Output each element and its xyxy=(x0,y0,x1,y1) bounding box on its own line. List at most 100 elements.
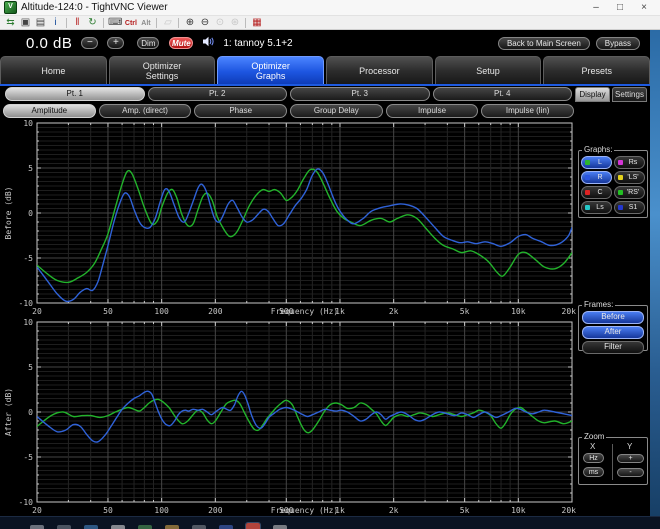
tab-display[interactable]: Display xyxy=(575,87,610,102)
tab-pt-4[interactable]: Pt. 4 xyxy=(433,87,573,101)
tab-optimizer-graphs[interactable]: Optimizer Graphs xyxy=(217,56,324,84)
new-connection-button[interactable]: ⇆ xyxy=(4,17,17,29)
channel-color-swatch xyxy=(618,205,623,210)
taskbar-app-icon[interactable] xyxy=(246,523,260,529)
tab-impulse-lin[interactable]: Impulse (lin) xyxy=(481,104,574,118)
zoom-y-minus-button[interactable]: - xyxy=(617,468,644,477)
pause-button[interactable]: ‖ xyxy=(71,17,84,29)
channel-color-swatch xyxy=(618,175,623,180)
channel-button-ls[interactable]: 'LS' xyxy=(614,171,645,184)
altitude-app: 0.0 dB − + Dim Mute 1: tannoy 5.1+2 Back… xyxy=(0,30,650,516)
zoom-auto-button[interactable]: ⊛ xyxy=(228,17,241,29)
tab-group-delay[interactable]: Group Delay xyxy=(290,104,383,118)
svg-text:20k: 20k xyxy=(562,307,577,316)
topbar-right-buttons: Back to Main Screen Bypass xyxy=(498,37,640,50)
toolbar-separator xyxy=(156,18,157,28)
taskbar-app-icon[interactable] xyxy=(273,525,287,529)
svg-text:Frequency (Hz): Frequency (Hz) xyxy=(271,307,338,316)
tab-processor[interactable]: Processor xyxy=(326,56,433,84)
svg-text:10k: 10k xyxy=(511,307,526,316)
svg-text:-10: -10 xyxy=(19,498,34,507)
taskbar-app-icon[interactable] xyxy=(165,525,179,529)
svg-text:5k: 5k xyxy=(460,506,470,515)
alt-key-button[interactable]: Alt xyxy=(139,17,152,29)
source-label: 1: tannoy 5.1+2 xyxy=(223,38,292,49)
tab-optimizer-settings[interactable]: Optimizer Settings xyxy=(109,56,216,84)
toolbar-separator xyxy=(103,18,104,28)
svg-text:20: 20 xyxy=(32,307,42,316)
taskbar-app-icon[interactable] xyxy=(30,525,44,529)
ctrl-alt-del-button[interactable]: ⌨ xyxy=(108,17,122,29)
frames-box-label: Frames: xyxy=(582,300,615,309)
save-session-button[interactable]: ▣ xyxy=(19,17,32,29)
zoom-out-button[interactable]: ⊖ xyxy=(198,17,211,29)
svg-text:Before (dB): Before (dB) xyxy=(4,187,13,240)
tab-presets[interactable]: Presets xyxy=(543,56,650,84)
tab-amp-direct[interactable]: Amp. (direct) xyxy=(99,104,192,118)
tab-amplitude[interactable]: Amplitude xyxy=(3,104,96,118)
close-button[interactable]: × xyxy=(632,1,656,15)
window-titlebar: V Altitude-124:0 - TightVNC Viewer – □ × xyxy=(0,0,660,16)
window-title: Altitude-124:0 - TightVNC Viewer xyxy=(21,2,168,13)
taskbar-app-icon[interactable] xyxy=(84,525,98,529)
minimize-button[interactable]: – xyxy=(584,1,608,15)
zoom-y-plus-button[interactable]: + xyxy=(617,454,644,463)
tab-phase[interactable]: Phase xyxy=(194,104,287,118)
channel-button-r[interactable]: R xyxy=(581,171,612,184)
zoom-x-hz-button[interactable]: Hz xyxy=(583,453,604,463)
refresh-button[interactable]: ↻ xyxy=(86,17,99,29)
measurement-point-row: Pt. 1Pt. 2Pt. 3Pt. 4 DisplaySettings xyxy=(0,86,650,102)
svg-text:After (dB): After (dB) xyxy=(4,388,13,436)
frame-button-before[interactable]: Before xyxy=(582,311,644,324)
mute-button[interactable]: Mute xyxy=(169,37,193,49)
tab-pt-2[interactable]: Pt. 2 xyxy=(148,87,288,101)
channel-label: 'LS' xyxy=(625,174,641,181)
tab-home[interactable]: Home xyxy=(0,56,107,84)
frame-button-after[interactable]: After xyxy=(582,326,644,339)
channel-button-l[interactable]: L xyxy=(581,156,612,169)
fullscreen-button[interactable]: ▦ xyxy=(250,17,263,29)
file-transfer-button[interactable]: ▱ xyxy=(161,17,174,29)
window-controls: – □ × xyxy=(584,1,656,15)
volume-down-button[interactable]: − xyxy=(81,37,98,49)
vnc-toolbar: ⇆▣▤i ‖↻ ⌨CtrlAlt ▱ ⊕⊖⊙⊛ ▦ xyxy=(0,16,660,30)
dim-button[interactable]: Dim xyxy=(137,37,159,49)
charts-area: 20501002005001k2k5k10k20k1050-5-10Freque… xyxy=(0,118,577,516)
main-tab-bar: HomeOptimizer SettingsOptimizer GraphsPr… xyxy=(0,56,650,84)
channel-label: L xyxy=(592,159,608,166)
maximize-button[interactable]: □ xyxy=(608,1,632,15)
zoom-in-button[interactable]: ⊕ xyxy=(183,17,196,29)
taskbar-app-icon[interactable] xyxy=(111,525,125,529)
svg-text:2k: 2k xyxy=(389,307,399,316)
svg-text:10k: 10k xyxy=(511,506,526,515)
tab-impulse[interactable]: Impulse xyxy=(386,104,479,118)
channel-button-rs[interactable]: Rs xyxy=(614,156,645,169)
zoom-100-button[interactable]: ⊙ xyxy=(213,17,226,29)
taskbar-app-icon[interactable] xyxy=(57,525,71,529)
taskbar-app-icon[interactable] xyxy=(192,525,206,529)
channel-label: C xyxy=(592,189,608,196)
graphs-box: Graphs: LRsR'LS'C'RS'LsS1 xyxy=(578,150,648,218)
svg-text:-5: -5 xyxy=(23,254,33,263)
volume-up-button[interactable]: + xyxy=(107,37,124,49)
channel-button-ls[interactable]: Ls xyxy=(581,201,612,214)
tab-settings[interactable]: Settings xyxy=(612,87,647,102)
ctrl-key-button[interactable]: Ctrl xyxy=(124,17,137,29)
tab-setup[interactable]: Setup xyxy=(435,56,542,84)
channel-button-c[interactable]: C xyxy=(581,186,612,199)
channel-button-s1[interactable]: S1 xyxy=(614,201,645,214)
channel-button-rs[interactable]: 'RS' xyxy=(614,186,645,199)
connection-options-button[interactable]: ▤ xyxy=(34,17,47,29)
taskbar-app-icon[interactable] xyxy=(219,525,233,529)
connection-info-button[interactable]: i xyxy=(49,17,62,29)
bypass-button[interactable]: Bypass xyxy=(596,37,640,50)
back-to-main-screen-button[interactable]: Back to Main Screen xyxy=(498,37,590,50)
taskbar-app-icon[interactable] xyxy=(138,525,152,529)
tab-pt-3[interactable]: Pt. 3 xyxy=(290,87,430,101)
zoom-x-ms-button[interactable]: ms xyxy=(583,467,604,477)
svg-text:200: 200 xyxy=(208,307,223,316)
desktop-wallpaper xyxy=(650,30,660,516)
frame-button-filter[interactable]: Filter xyxy=(582,341,644,354)
channel-color-swatch xyxy=(618,160,623,165)
tab-pt-1[interactable]: Pt. 1 xyxy=(5,87,145,101)
